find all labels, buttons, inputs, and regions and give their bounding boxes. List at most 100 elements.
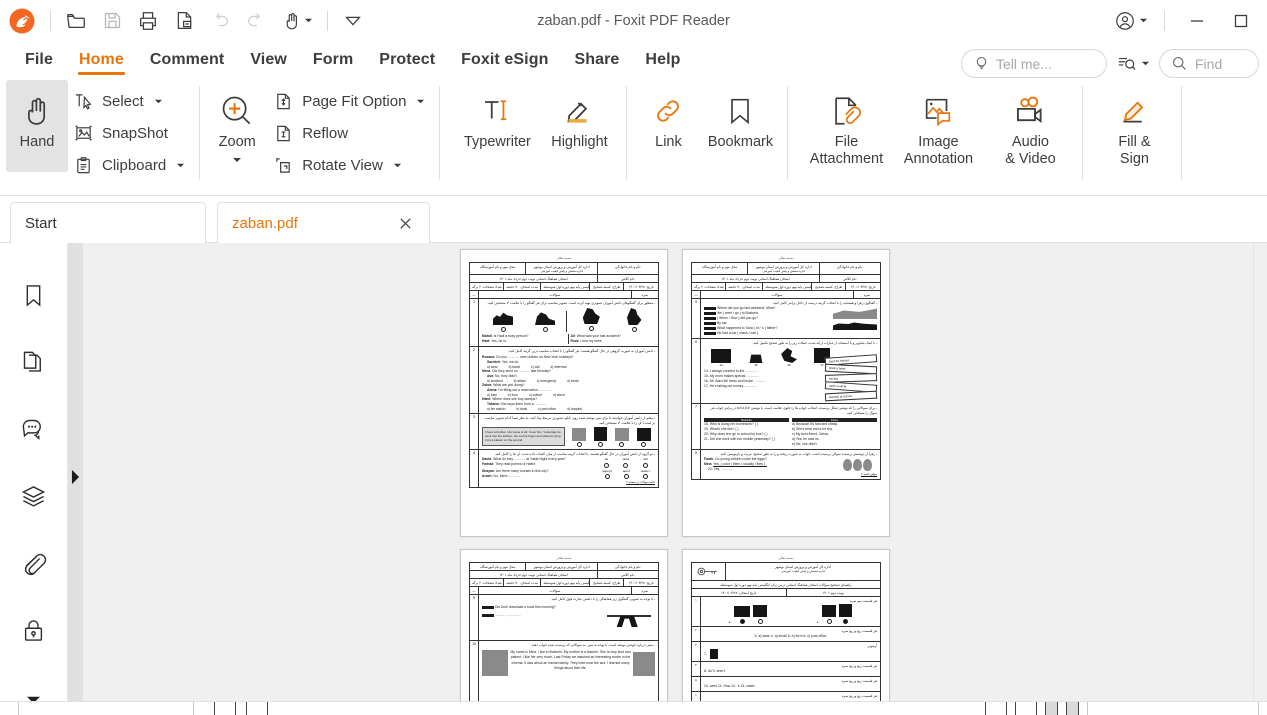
sidebar-item-bookmarks[interactable]	[12, 276, 56, 320]
hand-cursor-tool-button[interactable]	[275, 6, 319, 36]
zoom-button[interactable]: Zoom	[206, 80, 268, 172]
p1q4-o2c: wasn't	[641, 468, 650, 473]
p1q2-s4: Ava	[487, 373, 494, 378]
clipboard-button[interactable]: Clipboard	[68, 150, 193, 181]
page4-header-table: اداره کل آموزش و پرورش استان بوشهر اداره…	[691, 562, 881, 597]
rotate-view-button[interactable]: Rotate View	[268, 150, 433, 181]
p4-a3: 8- do 9- aren't	[704, 669, 726, 673]
typewriter-button[interactable]: Typewriter	[456, 80, 538, 172]
link-button[interactable]: Link	[637, 80, 699, 172]
file-attachment-button[interactable]: File Attachment	[800, 80, 892, 172]
image-annotation-icon	[921, 88, 955, 134]
open-button[interactable]	[59, 6, 93, 36]
page-number-input[interactable]	[18, 702, 194, 715]
facing-view-icon[interactable]	[985, 702, 1007, 715]
tab-comment[interactable]: Comment	[137, 41, 237, 78]
email-document-button[interactable]	[167, 6, 201, 36]
tab-file[interactable]: File	[12, 41, 66, 78]
p1q2-o3b: b) bank	[516, 406, 528, 411]
continuous-view-icon[interactable]	[246, 702, 268, 715]
bookmark-icon	[20, 282, 47, 314]
reflow-button[interactable]: Reflow	[268, 118, 433, 149]
file-attachment-label-line1: File	[834, 134, 859, 150]
redo-button[interactable]	[239, 6, 273, 36]
pdf-page-2[interactable]: بسمه تعالی محل مهر و نام آموزشگاه اداره …	[682, 249, 890, 537]
fill-and-sign-button[interactable]: Fill & Sign	[1093, 80, 1175, 172]
page1-bismillah: بسمه تعالی	[556, 256, 572, 260]
single-page-view-icon[interactable]	[214, 702, 236, 715]
image-annotation-button[interactable]: Image Annotation	[892, 80, 984, 172]
save-button[interactable]	[95, 6, 129, 36]
p2q8-s0: Farah	[704, 457, 714, 461]
maximize-icon[interactable]	[1219, 5, 1263, 37]
page-fit-icon	[272, 91, 294, 113]
p4-a4: 10- went 11- How 12- 's 13- crash	[704, 684, 755, 688]
bookmark-button[interactable]: Bookmark	[699, 80, 781, 172]
hand-tool-label: Hand	[19, 134, 55, 150]
pdf-viewer[interactable]: بسمه تعالی محل مهر و نام آموزشگاه اداره …	[83, 243, 1267, 715]
tab-share[interactable]: Share	[561, 41, 632, 78]
lightbulb-icon	[973, 55, 990, 72]
tab-form[interactable]: Form	[300, 41, 366, 78]
select-button[interactable]: Select	[68, 86, 193, 117]
rotate-view-label: Rotate View	[302, 157, 383, 174]
viewer-vertical-scrollbar[interactable]	[1253, 243, 1267, 715]
sidebar-item-security[interactable]	[12, 611, 56, 655]
ribbon-divider-6	[1181, 86, 1183, 180]
ribbon-group-view: Zoom Page Fit Option Reflow Rotate View	[200, 80, 439, 192]
hand-tool-button[interactable]: Hand	[6, 80, 68, 172]
tab-zaban-pdf[interactable]: zaban.pdf	[217, 202, 430, 243]
page3-designer: طراح: کمیته تصحیح	[590, 579, 625, 586]
page-fit-option-button[interactable]: Page Fit Option	[268, 86, 433, 117]
snapshot-button[interactable]: SnapShot	[68, 118, 193, 149]
page1-designer: طراح: کمیته تصحیح	[590, 283, 625, 290]
zoom-slider-track[interactable]	[1087, 702, 1259, 715]
tab-start[interactable]: Start	[10, 202, 206, 243]
print-button[interactable]	[131, 6, 165, 36]
bookmark-label: Bookmark	[707, 134, 774, 150]
tab-protect[interactable]: Protect	[366, 41, 448, 78]
pdf-page-3[interactable]: بسمه تعالی محل مهر و نام آموزشگاه اداره …	[460, 549, 668, 715]
p1q4-o2a: weren't	[602, 468, 612, 473]
page1-org3: امتحان هماهنگ استانی نوبت دوم خرداد ماه …	[499, 276, 568, 281]
audio-video-button[interactable]: Audio & Video	[984, 80, 1076, 172]
split-view-icon[interactable]	[1045, 702, 1058, 715]
tell-me-input[interactable]: Tell me...	[961, 49, 1107, 78]
page3-class: نام کلاس:	[621, 572, 635, 577]
find-input[interactable]: Find	[1159, 49, 1259, 78]
customize-toolbar-button[interactable]	[336, 6, 370, 36]
file-attachment-icon	[829, 88, 863, 134]
page3-org3: امتحان هماهنگ استانی نوبت دوم خرداد ماه …	[470, 571, 598, 578]
separate-cover-icon[interactable]	[1066, 702, 1079, 715]
toolbar-divider-2	[327, 10, 328, 31]
tab-help[interactable]: Help	[632, 41, 693, 78]
user-account-icon[interactable]	[1108, 6, 1154, 36]
clipboard-label: Clipboard	[102, 157, 167, 174]
pdf-page-1[interactable]: بسمه تعالی محل مهر و نام آموزشگاه اداره …	[460, 249, 668, 537]
sidebar-item-attachments[interactable]	[12, 544, 56, 588]
highlight-button[interactable]: Highlight	[538, 80, 620, 172]
zoom-in-magnifier-icon	[218, 88, 256, 134]
search-options-icon[interactable]	[1113, 51, 1153, 77]
p1q2-t4: No, they didn't.	[495, 373, 518, 378]
p2q5-t4: What happened to Sara ( of / 's ) father…	[716, 326, 778, 330]
ribbon-toolbar: Hand Select SnapShot Clipboard Zoom Page…	[0, 78, 1267, 196]
tab-foxit-esign[interactable]: Foxit eSign	[448, 41, 561, 78]
undo-button[interactable]	[203, 6, 237, 36]
highlighter-icon	[561, 88, 597, 134]
pdf-page-4[interactable]: بسمه تعالی اداره کل آموزش و پرورش استان …	[682, 549, 890, 715]
tab-view[interactable]: View	[237, 41, 300, 78]
sidebar-item-page-thumbnails[interactable]	[12, 343, 56, 387]
panel-expand-handle[interactable]	[68, 243, 83, 715]
comment-bubble-icon	[20, 416, 47, 448]
sidebar-item-layers[interactable]	[12, 477, 56, 521]
facing-continuous-view-icon[interactable]	[1015, 702, 1037, 715]
ribbon-group-fillsign: Fill & Sign	[1083, 80, 1181, 192]
close-icon[interactable]	[395, 213, 415, 233]
sidebar-item-comments[interactable]	[12, 410, 56, 454]
page2-q7-prompt: ـ برای سوالاتی را که نوشتن شکل پرسیده، ا…	[710, 406, 877, 415]
minimize-icon[interactable]	[1175, 5, 1219, 37]
p1q1-sp1: Mahdi	[482, 333, 492, 338]
navigation-panel	[0, 243, 68, 715]
tab-home[interactable]: Home	[66, 41, 137, 78]
